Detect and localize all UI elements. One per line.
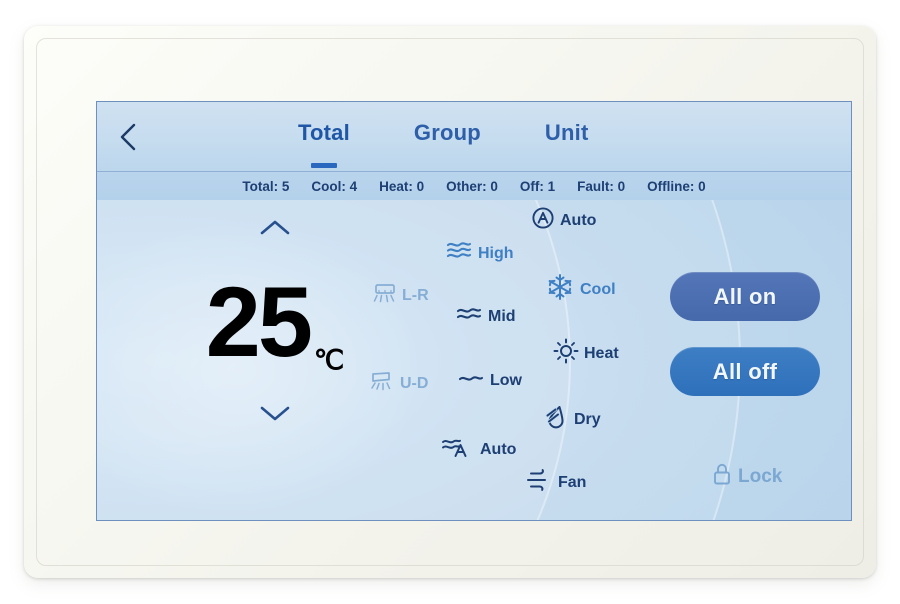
snowflake-icon <box>545 272 575 307</box>
mode-option-heat[interactable]: Heat <box>553 338 619 369</box>
tab-active-indicator <box>310 163 337 168</box>
swing-option-lr[interactable]: L-R <box>373 282 429 309</box>
all-off-label: All off <box>712 358 778 384</box>
swing-left-right-icon <box>373 282 397 309</box>
all-on-button[interactable]: All on <box>670 272 820 321</box>
tab-unit[interactable]: Unit <box>539 116 595 146</box>
water-droplet-icon <box>543 404 569 435</box>
fan-low-icon <box>457 370 485 391</box>
control-panel-body: 25 ℃ L-R U-D High Mid Low Auto Auto Cool… <box>97 200 851 520</box>
fan-speed-option-mid[interactable]: Mid <box>455 304 516 329</box>
temperature-readout: 25 ℃ <box>175 246 375 396</box>
wind-icon <box>525 468 553 497</box>
swing-ud-label: U-D <box>400 374 429 392</box>
mode-auto-icon <box>531 206 555 235</box>
app-header: Total Group Unit <box>97 102 851 172</box>
status-heat: Heat: 0 <box>379 178 425 194</box>
sun-icon <box>553 338 579 369</box>
temperature-decrease-button[interactable] <box>252 400 298 426</box>
mode-option-fan[interactable]: Fan <box>525 468 586 497</box>
tab-group-label: Group <box>413 120 481 145</box>
temperature-control: 25 ℃ <box>175 214 375 504</box>
mode-option-dry[interactable]: Dry <box>543 404 601 435</box>
tab-total-label: Total <box>298 120 350 145</box>
back-chevron-icon[interactable] <box>115 121 141 153</box>
fan-speed-option-auto[interactable]: Auto <box>441 436 516 463</box>
swing-lr-label: L-R <box>402 286 429 304</box>
status-off: Off: 1 <box>519 178 556 194</box>
fan-high-icon <box>445 240 473 267</box>
fan-low-label: Low <box>490 371 522 389</box>
fan-high-label: High <box>478 244 514 262</box>
fan-speed-option-high[interactable]: High <box>445 240 514 267</box>
swing-option-ud[interactable]: U-D <box>369 370 428 397</box>
all-off-button[interactable]: All off <box>670 347 820 396</box>
status-other: Other: 0 <box>446 178 498 194</box>
status-fault: Fault: 0 <box>577 178 626 194</box>
lcd-screen: Total Group Unit Total: 5 Cool: 4 Heat: … <box>96 101 852 521</box>
all-on-label: All on <box>713 283 777 309</box>
tab-unit-label: Unit <box>544 120 589 145</box>
fan-mid-label: Mid <box>488 307 516 325</box>
controller-device: Total Group Unit Total: 5 Cool: 4 Heat: … <box>24 26 876 578</box>
tab-bar: Total Group Unit <box>292 116 595 168</box>
mode-auto-label: Auto <box>560 211 597 229</box>
mode-option-auto[interactable]: Auto <box>531 206 596 235</box>
fan-auto-icon <box>441 436 475 463</box>
swing-up-down-icon <box>369 370 395 397</box>
fan-speed-option-low[interactable]: Low <box>457 370 522 391</box>
status-summary-bar: Total: 5 Cool: 4 Heat: 0 Other: 0 Off: 1… <box>97 172 851 201</box>
mode-cool-label: Cool <box>580 280 616 298</box>
lock-label: Lock <box>738 465 783 487</box>
mode-dry-label: Dry <box>574 410 601 428</box>
mode-heat-label: Heat <box>584 344 619 362</box>
tab-group[interactable]: Group <box>408 116 487 146</box>
fan-auto-label: Auto <box>480 440 517 458</box>
status-total: Total: 5 <box>242 178 290 194</box>
tab-total[interactable]: Total <box>292 116 356 168</box>
temperature-increase-button[interactable] <box>252 214 298 240</box>
temperature-unit: ℃ <box>313 345 345 375</box>
status-offline: Offline: 0 <box>647 178 706 194</box>
fan-mid-icon <box>455 304 483 329</box>
mode-option-cool[interactable]: Cool <box>545 272 616 307</box>
status-cool: Cool: 4 <box>311 178 358 194</box>
padlock-icon <box>711 462 733 491</box>
temperature-value: 25 <box>205 265 313 377</box>
lock-button[interactable]: Lock <box>711 462 782 491</box>
mode-fan-label: Fan <box>558 473 587 491</box>
